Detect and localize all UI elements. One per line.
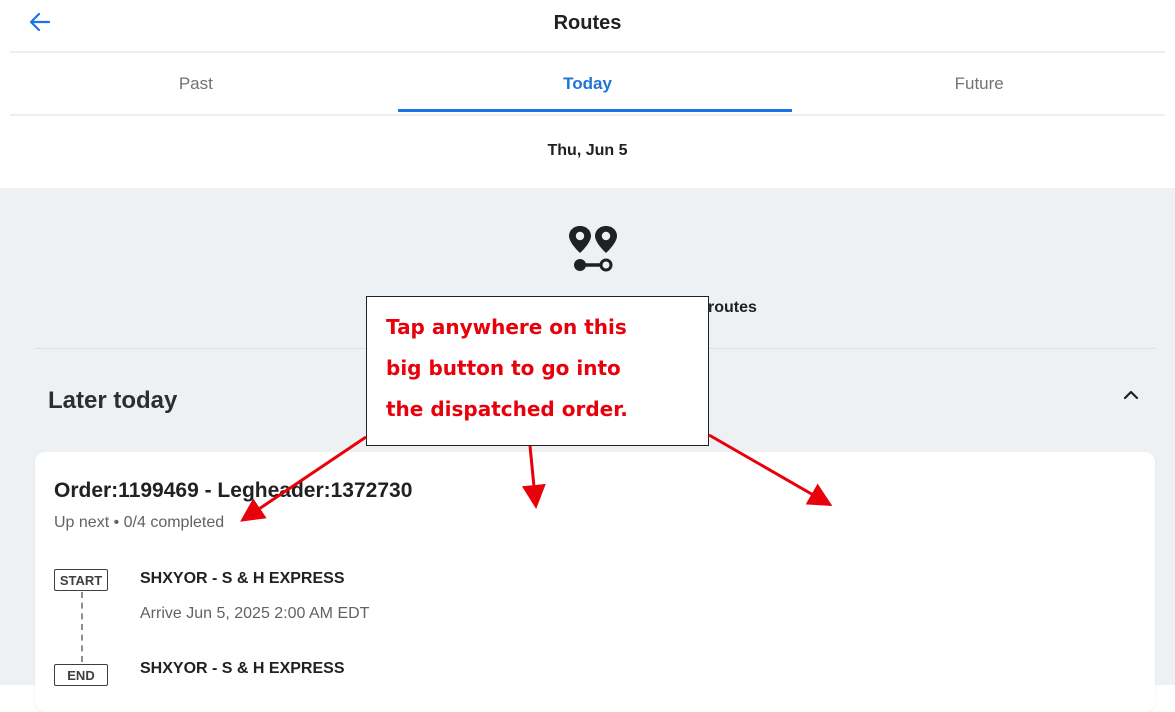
page-title: Routes — [553, 12, 622, 34]
tab-indicator — [398, 109, 792, 112]
order-title: Order:1199469 - Legheader:1372730 — [54, 479, 413, 502]
tab-bar: Past Today Future — [0, 54, 1175, 114]
end-stop-name: SHXYOR - S & H EXPRESS — [140, 660, 345, 677]
start-tag: START — [54, 569, 108, 591]
collapse-button[interactable] — [1118, 382, 1144, 408]
empty-state-text: routes — [708, 299, 757, 316]
route-pins-icon — [569, 226, 617, 272]
order-status: Up next • 0/4 completed — [54, 514, 225, 531]
divider — [10, 51, 1165, 53]
stop-connector — [81, 592, 83, 662]
callout-line: big button to go into — [386, 356, 621, 380]
order-card[interactable]: Order:1199469 - Legheader:1372730 Up nex… — [35, 452, 1155, 712]
divider — [10, 114, 1165, 116]
tab-past[interactable]: Past — [0, 54, 392, 114]
callout-line: the dispatched order. — [386, 397, 628, 421]
end-tag: END — [54, 664, 108, 686]
date-label: Thu, Jun 5 — [547, 142, 628, 159]
app-bar: Routes — [0, 0, 1175, 50]
instruction-callout: Tap anywhere on this big button to go in… — [366, 296, 709, 446]
callout-line: Tap anywhere on this — [386, 315, 627, 339]
chevron-up-icon — [1123, 390, 1139, 400]
tab-future[interactable]: Future — [783, 54, 1175, 114]
section-title: Later today — [48, 387, 178, 414]
start-stop-name: SHXYOR - S & H EXPRESS — [140, 570, 345, 587]
start-stop-time: Arrive Jun 5, 2025 2:00 AM EDT — [140, 605, 370, 622]
tab-today[interactable]: Today — [392, 54, 784, 114]
